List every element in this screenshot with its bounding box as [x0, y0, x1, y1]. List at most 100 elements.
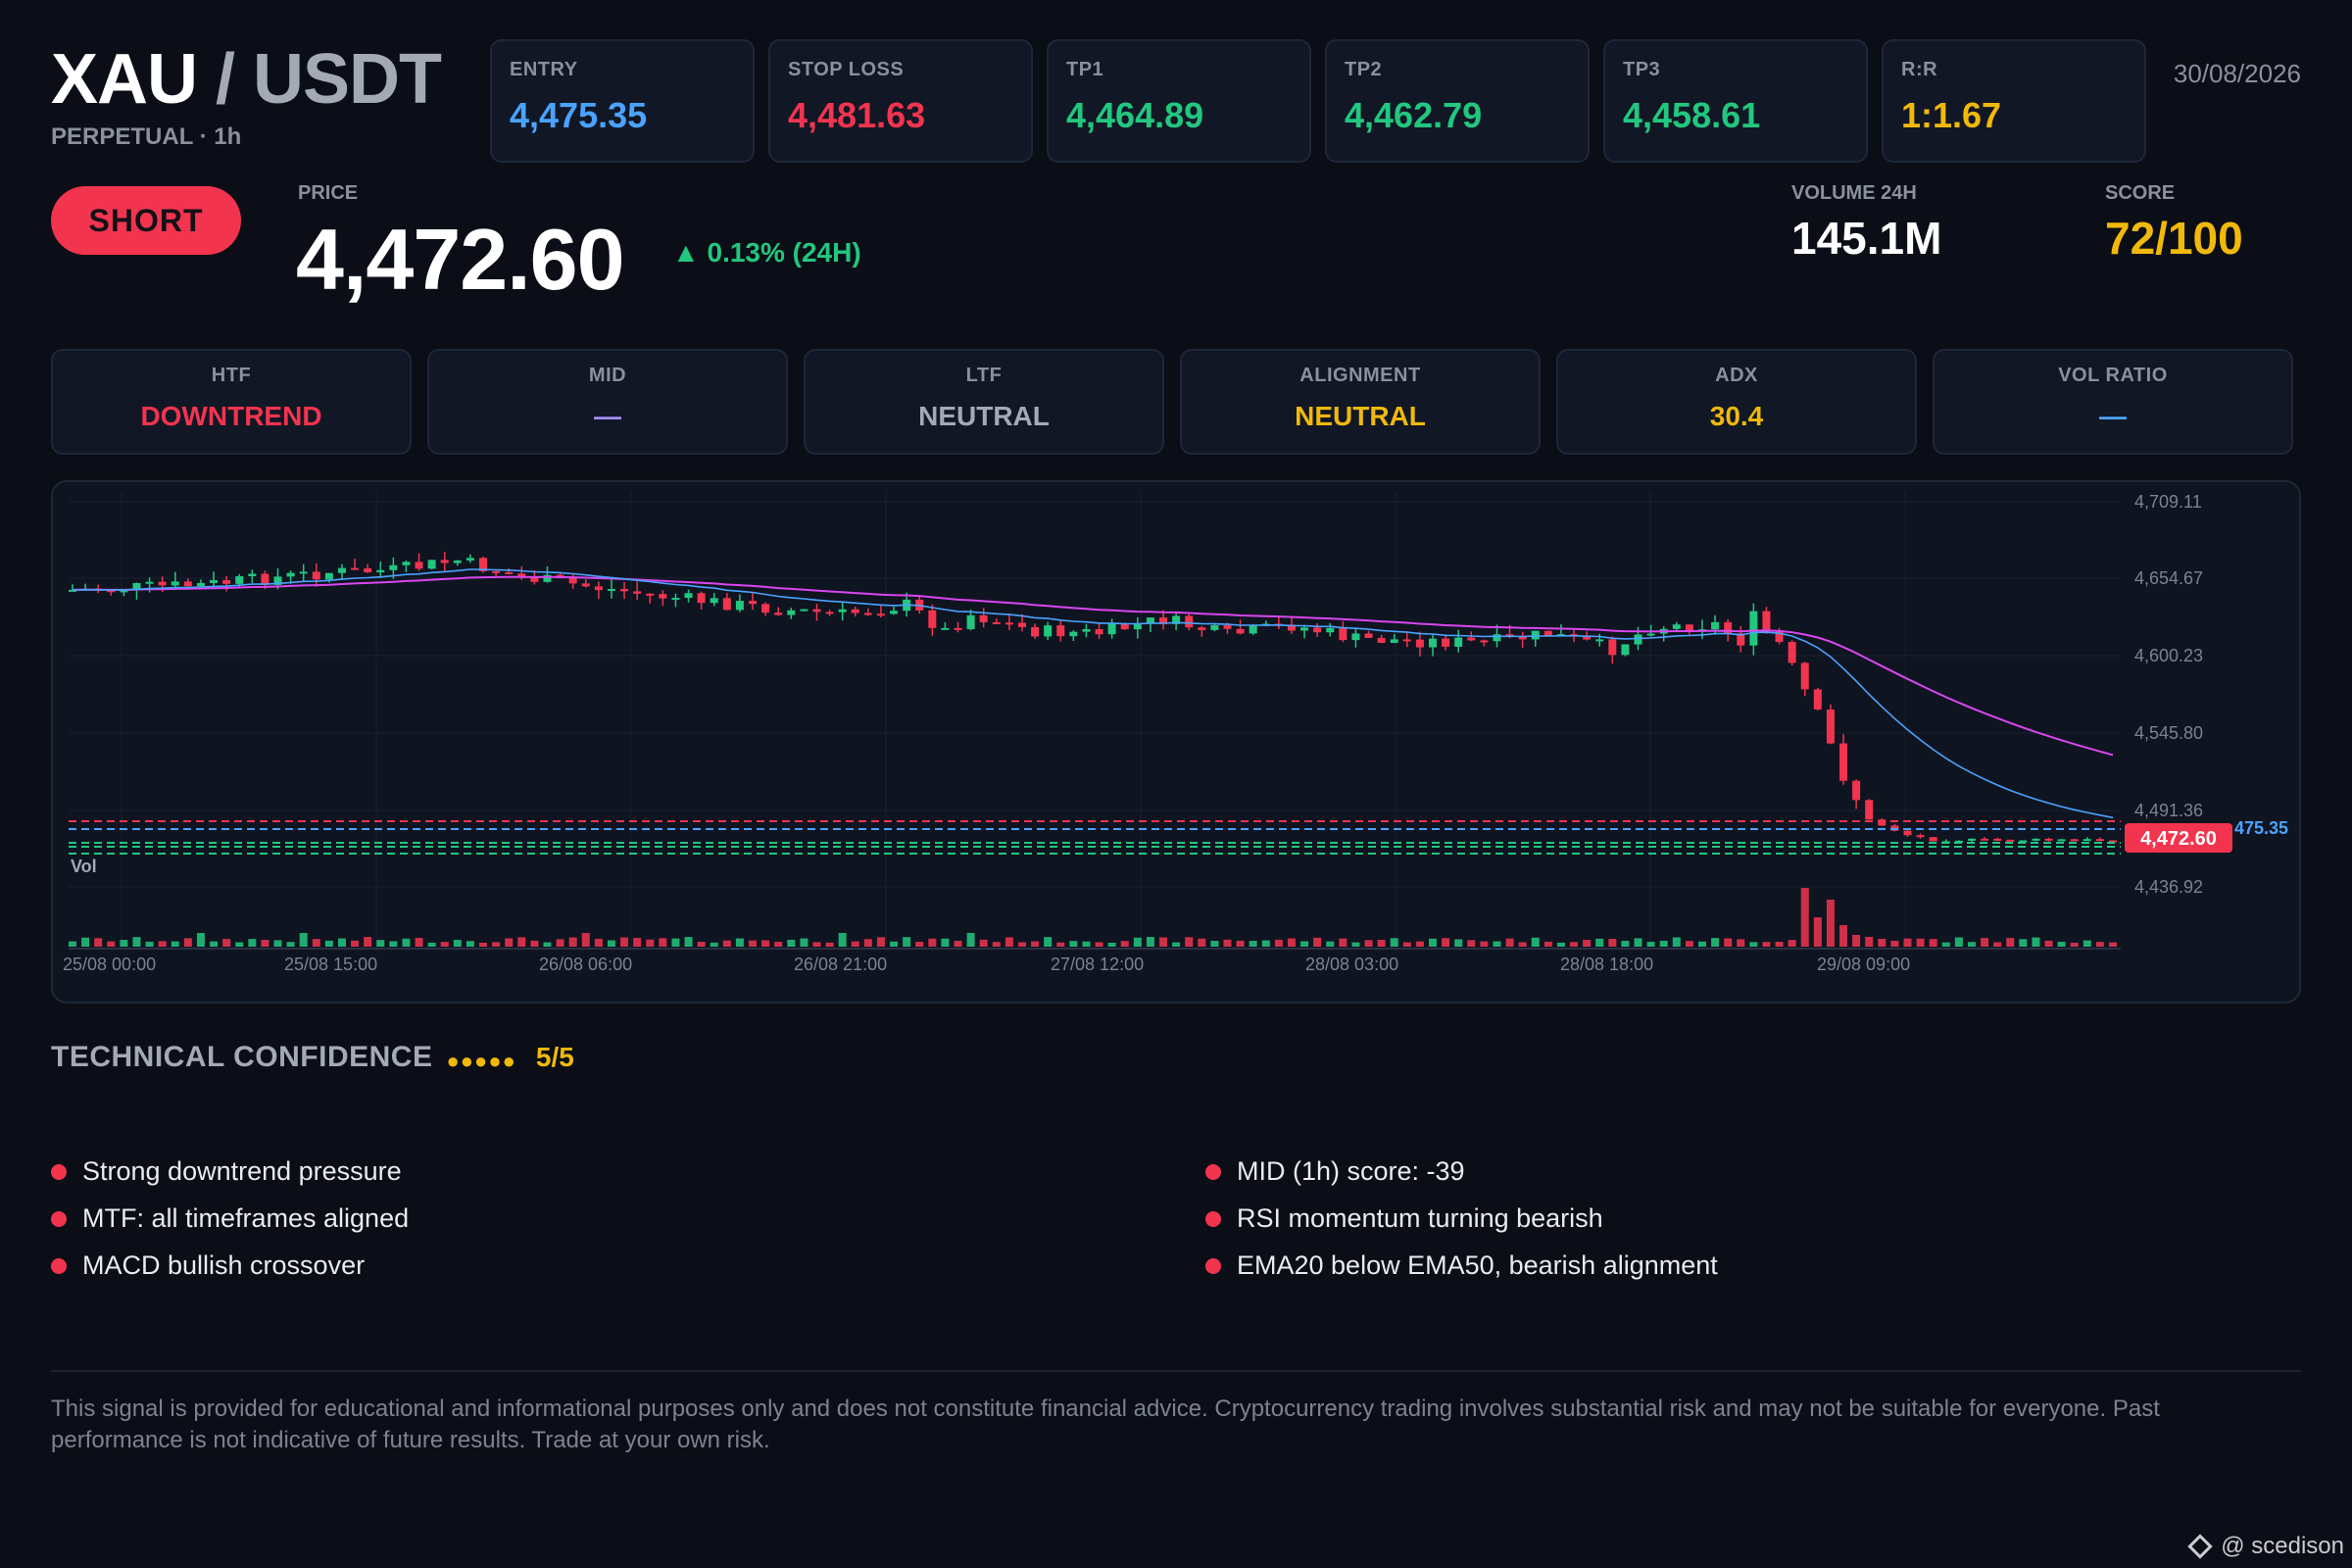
volume-bar	[1659, 940, 1668, 947]
candle-body	[2006, 839, 2015, 842]
volume-bar	[1402, 942, 1411, 947]
candle-body	[1300, 627, 1309, 631]
candle-body	[568, 578, 577, 584]
volume-bar	[1749, 942, 1758, 947]
volume-bar	[979, 939, 988, 947]
candle-body	[646, 593, 655, 596]
entry-card: ENTRY 4,475.35	[490, 39, 755, 163]
volume-bar	[1185, 937, 1194, 947]
ltf-label: LTF	[965, 365, 1003, 386]
volume-bar	[1031, 941, 1040, 947]
score-value: 72/100	[2105, 213, 2243, 264]
volume-label: VOLUME 24H	[1791, 182, 1917, 204]
candle-body	[671, 598, 680, 601]
volume-bar	[466, 941, 474, 947]
volume-bar	[941, 938, 950, 947]
volume-bar	[2070, 942, 2079, 947]
candle-body	[2032, 838, 2040, 841]
candle-body	[299, 571, 308, 574]
volume-bar	[1133, 937, 1142, 947]
alignment-card: ALIGNMENT NEUTRAL	[1180, 349, 1541, 455]
candle-body	[1813, 689, 1822, 710]
candle-body	[1672, 624, 1681, 629]
score-label: SCORE	[2105, 182, 2176, 204]
volume-bar	[2019, 939, 2028, 947]
candle-body	[863, 612, 872, 615]
volume-bar	[2095, 942, 2104, 947]
candle-body	[774, 612, 783, 615]
volume-bar	[710, 942, 718, 947]
volume-bar	[1095, 942, 1103, 947]
volume-bar	[1480, 941, 1489, 947]
x-tick-label: 28/08 18:00	[1560, 955, 1653, 974]
reason-item: MTF: all timeframes aligned	[51, 1203, 409, 1234]
candle-body	[440, 560, 449, 564]
candle-body	[183, 581, 192, 587]
base-asset: XAU	[51, 40, 198, 119]
volume-bar	[1941, 942, 1950, 947]
candle-body	[1852, 780, 1861, 801]
volume-bar	[992, 942, 1001, 947]
volume-bar	[171, 941, 179, 947]
candle-body	[684, 593, 693, 599]
volume-bar	[1339, 938, 1348, 947]
candle-body	[376, 569, 385, 573]
htf-value: DOWNTREND	[140, 401, 322, 431]
candle-body	[466, 558, 474, 561]
candle-body	[633, 591, 642, 594]
volume-bar	[1044, 937, 1053, 947]
ltf-value: NEUTRAL	[918, 401, 1050, 431]
candle-body	[607, 589, 615, 592]
volume-bar	[196, 933, 205, 947]
volume-bar	[1556, 942, 1565, 947]
candle-body	[1351, 633, 1360, 641]
volume-bar	[735, 938, 744, 947]
volume-bar	[517, 937, 526, 947]
candle-body	[1621, 644, 1630, 656]
technical-confidence: TECHNICAL CONFIDENCE ●●●●● 5/5	[51, 1041, 574, 1074]
candle-body	[761, 604, 770, 613]
volume-bar	[1505, 938, 1514, 947]
candle-body	[838, 609, 847, 612]
volume-bar	[1261, 940, 1270, 947]
alignment-label: ALIGNMENT	[1299, 365, 1421, 386]
candle-body	[2082, 839, 2091, 842]
candle-body	[505, 571, 514, 574]
candle-body	[415, 562, 423, 569]
volume-bar	[1107, 942, 1116, 947]
candle-body	[158, 581, 167, 586]
volume-bar	[337, 938, 346, 947]
volume-bar	[1788, 940, 1796, 947]
candle-body	[1788, 642, 1796, 663]
volume-bar	[2006, 938, 2015, 947]
risk-reward-label: R:R	[1901, 59, 1938, 80]
candle-body	[812, 609, 821, 612]
adx-value: 30.4	[1709, 401, 1764, 431]
volume-bar	[324, 940, 333, 947]
volume-bar	[2109, 942, 2117, 947]
reason-item: MACD bullish crossover	[51, 1250, 365, 1281]
volume-bar	[1454, 939, 1463, 947]
volume-bar	[1364, 940, 1373, 947]
candle-body	[1390, 639, 1398, 643]
volume-bar	[1236, 940, 1245, 947]
x-tick-label: 28/08 03:00	[1305, 955, 1398, 974]
binance-diamond-icon	[2187, 1534, 2213, 1559]
volume-bar	[1903, 938, 1912, 947]
volume-value: 145.1M	[1791, 213, 1942, 264]
volume-bar	[402, 938, 411, 947]
volume-bar	[1570, 942, 1579, 947]
volume-bar	[1608, 939, 1617, 947]
candle-body	[1916, 835, 1925, 838]
candle-body	[1107, 623, 1116, 635]
price-chart[interactable]: 4,709.11 4,654.67 4,600.23 4,545.80 4,49…	[51, 480, 2301, 1004]
volume-bar	[1146, 937, 1154, 947]
candle-body	[1017, 622, 1026, 627]
current-price: 4,472.60	[296, 211, 625, 308]
volume-bar	[1800, 888, 1809, 947]
candle-body	[787, 610, 796, 615]
bullet-dot-icon	[51, 1163, 67, 1180]
x-tick-label: 25/08 15:00	[284, 955, 377, 974]
volume-bar	[1852, 935, 1861, 947]
volume-bar	[427, 942, 436, 947]
